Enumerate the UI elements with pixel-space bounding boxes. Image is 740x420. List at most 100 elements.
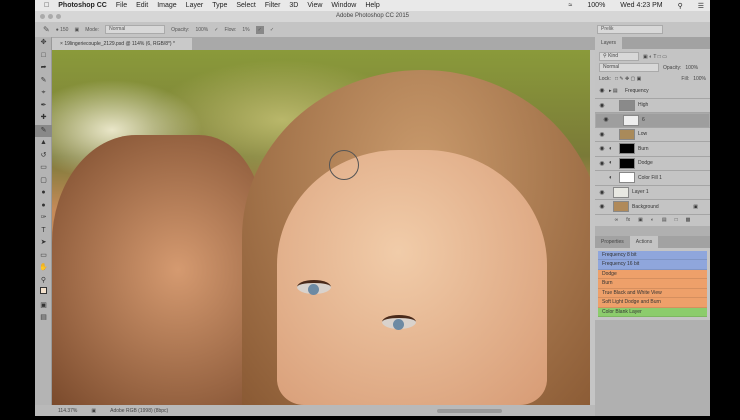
healing-tool-icon[interactable]: ✚ [35,112,52,125]
menu-help[interactable]: Help [365,2,379,9]
eyedropper-tool-icon[interactable]: ✒ [35,100,52,113]
layer-row[interactable]: ◉ ◐ Burn [595,142,710,157]
document-profile[interactable]: Adobe RGB (1998) (8bpc) [110,408,168,414]
layer-filter-kind[interactable]: ⚲ Kind [599,52,639,61]
eraser-tool-icon[interactable]: ▭ [35,162,52,175]
pressure-size-icon[interactable]: ✓ [270,27,274,33]
menu-image[interactable]: Image [157,2,176,9]
brush-panel-icon[interactable]: ▣ [74,27,79,33]
menu-filter[interactable]: Filter [265,2,281,9]
pressure-opacity-icon[interactable]: ✓ [214,27,218,33]
hand-tool-icon[interactable]: ✋ [35,262,52,275]
action-item[interactable]: Color Blank Layer [598,307,707,317]
layer-row[interactable]: ◉ Background ▣ [595,200,710,215]
blend-mode-select[interactable]: Normal [599,63,659,72]
layer-row[interactable]: ◉ ◐ Dodge [595,156,710,171]
menu-edit[interactable]: Edit [136,2,148,9]
stamp-tool-icon[interactable]: ▲ [35,137,52,150]
menu-view[interactable]: View [307,2,322,9]
crop-tool-icon[interactable]: ⌖ [35,87,52,100]
layer-fill[interactable]: 100% [693,76,706,82]
search-icon[interactable]: ⚲ [678,2,683,10]
marquee-tool-icon[interactable]: □ [35,50,52,63]
visibility-eye-icon[interactable]: ◉ [595,203,609,210]
dodge-tool-icon[interactable]: ● [35,200,52,213]
zoom-tool-icon[interactable]: ⚲ [35,275,52,288]
filter-icons[interactable]: ▣ ◐ T □ ▭ [643,54,667,60]
visibility-eye-icon[interactable]: ◉ [595,145,609,152]
quick-mask-icon[interactable]: ▣ [35,300,52,313]
action-item[interactable]: Soft Light Dodge and Burn [598,298,707,308]
app-menu[interactable]: Photoshop CC [58,2,107,9]
color-swatches[interactable] [35,287,52,300]
zoom-button[interactable] [56,14,61,19]
new-layer-icon[interactable]: □ [675,217,678,223]
menu-layer[interactable]: Layer [186,2,204,9]
visibility-eye-icon[interactable]: ◉ [595,87,609,94]
pen-tool-icon[interactable]: ✑ [35,212,52,225]
visibility-eye-icon[interactable]: ◉ [595,131,609,138]
brush-tool-icon[interactable]: ✎ [43,25,50,34]
visibility-eye-icon[interactable]: ◉ [595,102,609,109]
brush-tool-icon[interactable]: ✎ [35,124,52,137]
move-tool-icon[interactable]: ✥ [35,37,52,50]
workspace-select[interactable]: Prelik [597,25,663,34]
zoom-level[interactable]: 114.37% [58,408,77,414]
screen-mode-icon[interactable]: ▤ [35,312,52,325]
export-icon[interactable]: ▣ [91,408,96,414]
gradient-tool-icon[interactable]: ▢ [35,175,52,188]
canvas[interactable] [52,50,590,405]
menu-3d[interactable]: 3D [289,2,298,9]
visibility-eye-icon[interactable]: ◉ [599,117,613,124]
clock[interactable]: Wed 4:23 PM [620,2,662,9]
battery-label[interactable]: 100% [587,2,605,9]
horizontal-scrollbar[interactable] [437,408,503,413]
action-item[interactable]: Frequency 8 bit [598,250,707,260]
layer-row[interactable]: ◐ Color Fill 1 [595,171,710,186]
action-item[interactable]: Burn [598,279,707,289]
tab-layers[interactable]: Layers [595,37,623,49]
action-item[interactable]: Frequency 16 bit [598,260,707,270]
mode-select[interactable]: Normal [105,25,166,34]
document-tab[interactable]: × 19lingeriecouple_2129.psd @ 114% (6, R… [52,38,192,50]
quick-select-tool-icon[interactable]: ✎ [35,75,52,88]
menu-type[interactable]: Type [212,2,227,9]
lasso-tool-icon[interactable]: ➦ [35,62,52,75]
flow-value[interactable]: 1% [242,27,249,33]
notification-icon[interactable]: ☰ [698,2,704,10]
menu-file[interactable]: File [116,2,127,9]
brush-preset-picker[interactable]: ● 150 [56,27,69,33]
history-brush-icon[interactable]: ↺ [35,150,52,163]
layer-row[interactable]: ◉ High [595,98,710,113]
layer-row[interactable]: ◉ ▸ ▤ Frequency [595,84,710,99]
type-tool-icon[interactable]: T [35,225,52,238]
layer-opacity[interactable]: 100% [685,65,698,71]
visibility-eye-icon[interactable]: ◉ [595,189,609,196]
path-select-tool-icon[interactable]: ➤ [35,237,52,250]
close-window-button[interactable] [40,14,45,19]
wifi-icon[interactable]: ≈ [569,2,573,9]
menu-select[interactable]: Select [236,2,255,9]
tab-properties[interactable]: Properties [595,236,630,248]
adjustment-icon[interactable]: ◐ [651,217,654,223]
opacity-value[interactable]: 100% [195,27,208,33]
layer-row[interactable]: ◉ 6 [595,113,710,128]
group-icon[interactable]: ▤ [662,217,667,223]
shape-tool-icon[interactable]: ▭ [35,250,52,263]
minimize-button[interactable] [48,14,53,19]
link-icon[interactable]: ∞ [615,217,619,223]
fx-icon[interactable]: fx [626,217,630,223]
apple-icon[interactable]:  [44,2,49,9]
airbrush-icon[interactable]: ✓ [255,25,264,34]
mask-icon[interactable]: ▣ [638,217,643,223]
tab-actions[interactable]: Actions [629,235,659,248]
layer-row[interactable]: ◉ Low [595,127,710,142]
menu-window[interactable]: Window [331,2,356,9]
layer-row[interactable]: ◉ Layer 1 [595,185,710,200]
blur-tool-icon[interactable]: ● [35,187,52,200]
visibility-eye-icon[interactable]: ◉ [595,160,609,167]
lock-icons[interactable]: □ ✎ ✥ ▢ ▣ [615,76,641,82]
action-item[interactable]: True Black and White View [598,288,707,298]
trash-icon[interactable]: ▩ [686,217,691,223]
action-item[interactable]: Dodge [598,269,707,279]
